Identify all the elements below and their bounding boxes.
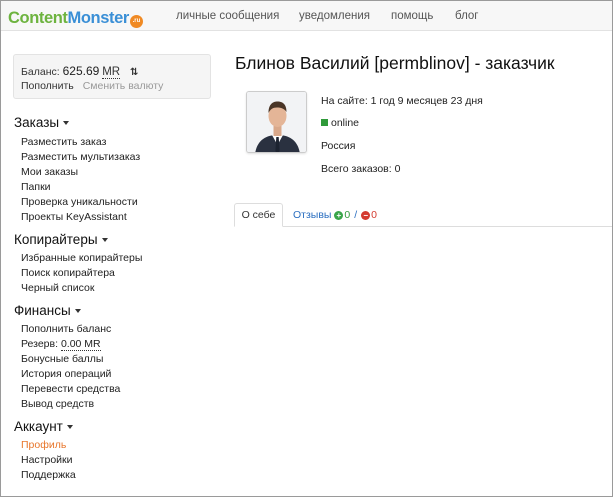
section-title-finance: Финансы — [14, 303, 71, 318]
negative-review-icon: − — [361, 211, 371, 220]
page-title: Блинов Василий [permblinov] - заказчик — [235, 53, 555, 73]
tab-reviews-label: Отзывы — [293, 209, 332, 221]
sidebar-item-blacklist[interactable]: Черный список — [21, 282, 94, 294]
on-site-duration: На сайте: 1 год 9 месяцев 23 дня — [321, 95, 483, 107]
sidebar-item-place-multiorder[interactable]: Разместить мультизаказ — [21, 151, 140, 163]
positive-review-icon: + — [334, 211, 344, 220]
top-navbar: ContentMonster .ru личные сообщения уведо… — [1, 1, 612, 31]
tab-reviews[interactable]: Отзывы +0/−0 — [293, 209, 377, 221]
sidebar-item-folders[interactable]: Папки — [21, 181, 51, 193]
sidebar-item-keyassistant-projects[interactable]: Проекты KeyAssistant — [21, 211, 127, 223]
balance-label: Баланс: — [21, 66, 60, 78]
logo-ru-badge: .ru — [129, 15, 143, 28]
logo-text-part1: Content — [8, 9, 68, 27]
nav-messages-link[interactable]: личные сообщения — [176, 10, 279, 22]
negative-review-count: 0 — [371, 209, 377, 221]
nav-notifications-link[interactable]: уведомления — [299, 10, 370, 22]
topup-link[interactable]: Пополнить — [21, 80, 74, 92]
sidebar-item-transfer-funds[interactable]: Перевести средства — [21, 383, 120, 395]
change-currency-link[interactable]: Сменить валюту — [83, 80, 164, 92]
tab-about[interactable]: О себе — [234, 203, 283, 227]
online-status: online — [321, 117, 359, 129]
sidebar-section-orders[interactable]: Заказы — [14, 115, 70, 130]
sidebar-reserve: Резерв: 0.00 MR — [21, 338, 101, 351]
tabs-divider — [235, 226, 612, 227]
section-title-account: Аккаунт — [14, 419, 63, 434]
sidebar-section-finance[interactable]: Финансы — [14, 303, 81, 318]
reserve-label: Резерв: — [21, 338, 59, 350]
sidebar-item-settings[interactable]: Настройки — [21, 454, 73, 466]
balance-actions: Пополнить Сменить валюту — [21, 80, 163, 92]
avatar — [246, 91, 307, 153]
balance-line: Баланс: 625.69 MR ⇅ — [21, 64, 138, 79]
sidebar-item-find-copywriter[interactable]: Поиск копирайтера — [21, 267, 115, 279]
sidebar-item-topup-balance[interactable]: Пополнить баланс — [21, 323, 111, 335]
user-country: Россия — [321, 140, 356, 152]
section-title-orders: Заказы — [14, 115, 60, 130]
caret-down-icon — [101, 238, 108, 243]
sidebar-item-operations-history[interactable]: История операций — [21, 368, 111, 380]
currency-swap-icon[interactable]: ⇅ — [130, 67, 138, 78]
sidebar-item-support[interactable]: Поддержка — [21, 469, 76, 481]
sidebar-item-profile[interactable]: Профиль — [21, 439, 66, 451]
balance-amount: 625.69 — [62, 64, 100, 78]
caret-down-icon — [74, 309, 81, 314]
sidebar-item-favorite-copywriters[interactable]: Избранные копирайтеры — [21, 252, 142, 264]
positive-review-count: 0 — [344, 209, 351, 221]
section-title-copywriters: Копирайтеры — [14, 232, 98, 247]
caret-down-icon — [66, 425, 73, 430]
sidebar-item-withdraw-funds[interactable]: Вывод средств — [21, 398, 94, 410]
online-status-icon — [321, 119, 328, 126]
online-status-text: online — [331, 117, 360, 129]
sidebar-section-copywriters[interactable]: Копирайтеры — [14, 232, 108, 247]
sidebar-item-bonus-points[interactable]: Бонусные баллы — [21, 353, 103, 365]
nav-help-link[interactable]: помощь — [391, 10, 433, 22]
sidebar-item-place-order[interactable]: Разместить заказ — [21, 136, 106, 148]
logo-text-part2: Monster — [67, 9, 130, 27]
content-monster-logo[interactable]: ContentMonster .ru — [8, 7, 143, 29]
nav-blog-link[interactable]: блог — [455, 10, 479, 22]
balance-currency[interactable]: MR — [102, 66, 121, 79]
sidebar-item-my-orders[interactable]: Мои заказы — [21, 166, 78, 178]
user-photo-icon — [247, 92, 306, 152]
reviews-separator: / — [354, 209, 358, 221]
balance-panel: Баланс: 625.69 MR ⇅ Пополнить Сменить ва… — [13, 54, 211, 99]
total-orders: Всего заказов: 0 — [321, 163, 401, 175]
sidebar-section-account[interactable]: Аккаунт — [14, 419, 73, 434]
sidebar-item-uniqueness-check[interactable]: Проверка уникальности — [21, 196, 138, 208]
caret-down-icon — [63, 121, 70, 126]
reserve-value: 0.00 MR — [60, 338, 101, 351]
